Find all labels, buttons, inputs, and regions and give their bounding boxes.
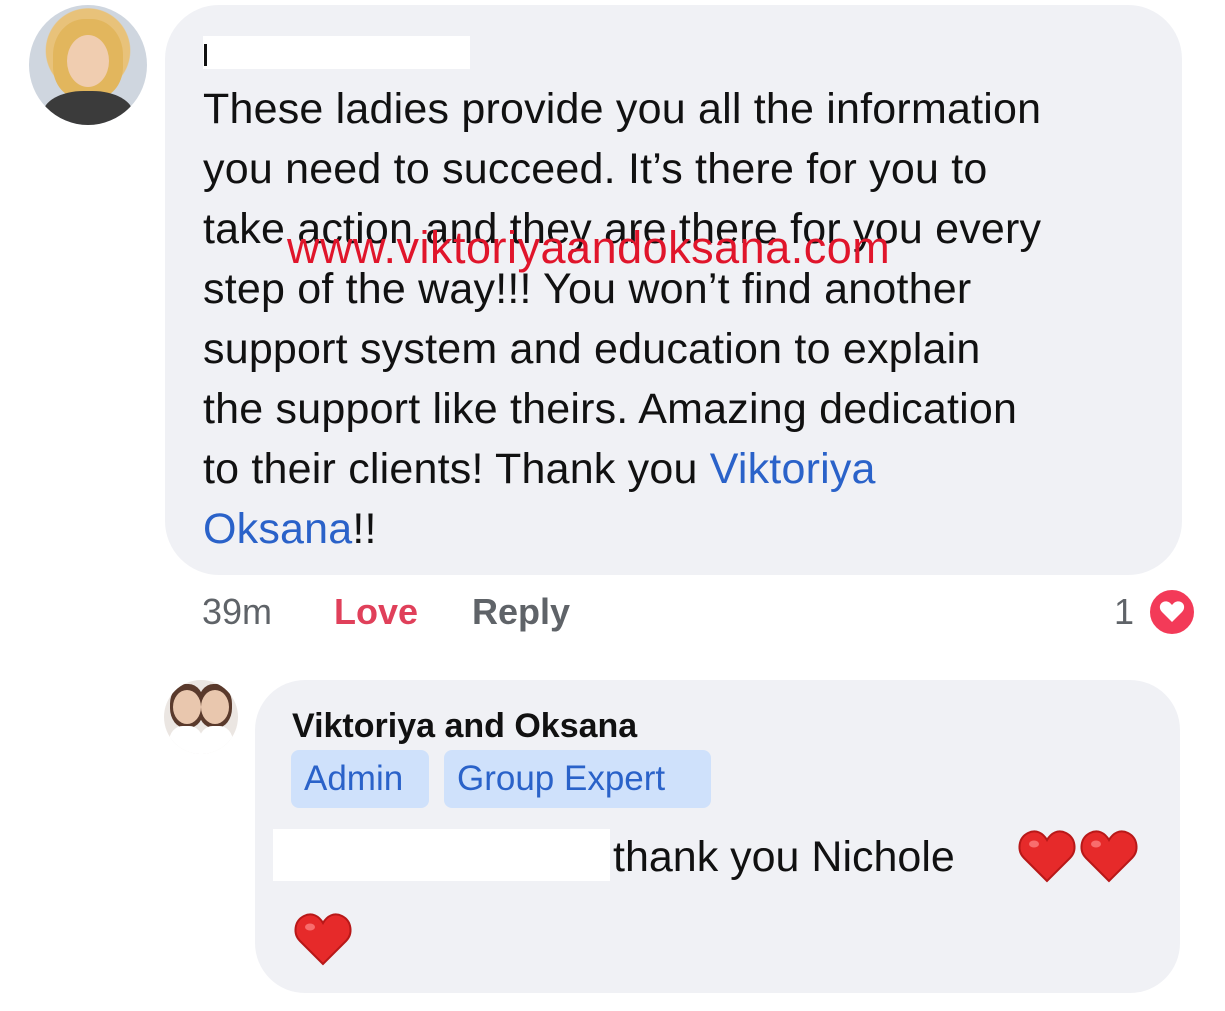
reply-author-name[interactable]: Viktoriya and Oksana <box>292 704 637 748</box>
reaction-count[interactable]: 1 <box>1114 590 1134 634</box>
comment-thread: These ladies provide you all the informa… <box>0 0 1225 1011</box>
reply-button[interactable]: Reply <box>472 590 570 634</box>
redacted-commenter-name <box>203 36 470 69</box>
group-expert-badge[interactable]: Group Expert <box>444 750 711 808</box>
redaction-edge <box>204 44 207 66</box>
mention-oksana[interactable]: Oksana <box>203 505 352 553</box>
red-heart-emoji-2 <box>1080 830 1138 883</box>
reply-text: thank you Nichole <box>613 833 955 881</box>
heart-glyph <box>1159 601 1185 622</box>
red-heart-emoji-3 <box>294 913 352 966</box>
commenter-avatar[interactable] <box>29 5 147 125</box>
mention-viktoriya[interactable]: Viktoriya <box>710 445 876 493</box>
watermark: www.viktoriyaandoksana.com <box>287 222 891 273</box>
love-button[interactable]: Love <box>334 590 418 634</box>
red-heart-emoji-1 <box>1018 830 1076 883</box>
redacted-mention <box>273 829 610 881</box>
comment-ending: !! <box>352 505 377 553</box>
author-avatar[interactable] <box>164 680 238 754</box>
comment-body: These ladies provide you all the informa… <box>203 79 1168 559</box>
admin-badge[interactable]: Admin <box>291 750 429 808</box>
heart-icon[interactable] <box>1147 587 1197 637</box>
comment-text: These ladies provide you all the informa… <box>203 85 1042 493</box>
comment-timestamp[interactable]: 39m <box>202 590 272 634</box>
